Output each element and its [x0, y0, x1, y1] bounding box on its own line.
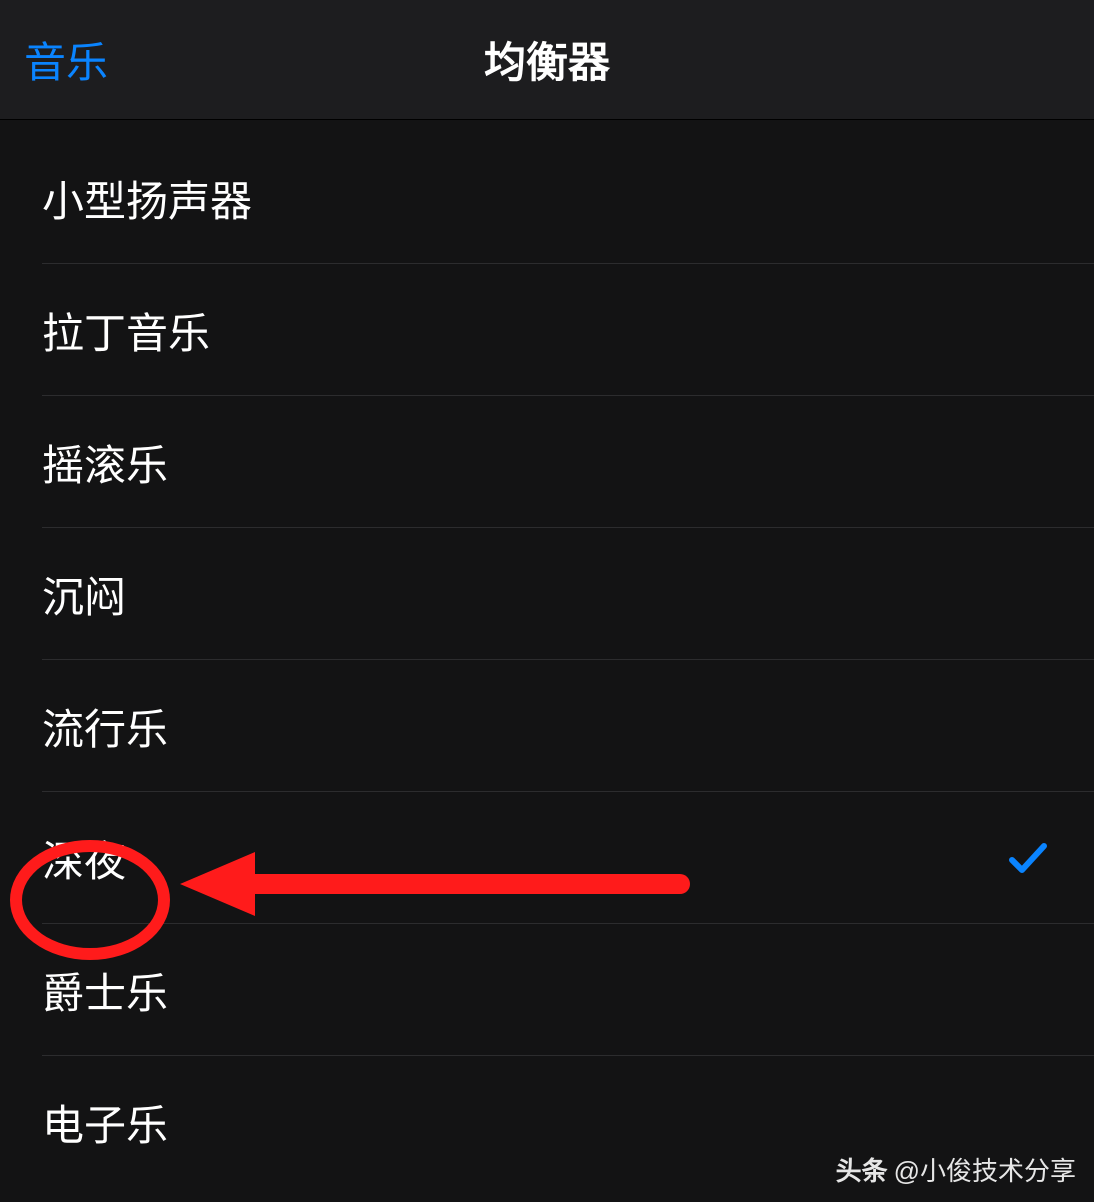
option-label: 爵士乐 [42, 960, 168, 1021]
back-button[interactable]: 音乐 [24, 29, 108, 90]
option-label: 沉闷 [42, 564, 126, 625]
option-label: 电子乐 [42, 1092, 168, 1153]
eq-option-pop[interactable]: 流行乐 [0, 660, 1094, 792]
eq-option-dull[interactable]: 沉闷 [0, 528, 1094, 660]
watermark-suffix: @小俊技术分享 [894, 1151, 1076, 1188]
option-label: 拉丁音乐 [42, 300, 210, 361]
watermark-prefix: 头条 [836, 1151, 888, 1188]
eq-option-list: 小型扬声器 拉丁音乐 摇滚乐 沉闷 流行乐 深夜 爵士乐 电子乐 [0, 120, 1094, 1188]
eq-option-small-speakers[interactable]: 小型扬声器 [0, 132, 1094, 264]
option-label: 小型扬声器 [42, 168, 252, 229]
option-label: 深夜 [42, 828, 126, 889]
checkmark-icon [1004, 834, 1052, 882]
watermark: 头条 @小俊技术分享 [836, 1151, 1076, 1188]
eq-option-jazz[interactable]: 爵士乐 [0, 924, 1094, 1056]
navigation-bar: 音乐 均衡器 [0, 0, 1094, 120]
eq-option-late-night[interactable]: 深夜 [0, 792, 1094, 924]
page-title: 均衡器 [0, 29, 1094, 90]
eq-option-rock[interactable]: 摇滚乐 [0, 396, 1094, 528]
eq-option-latin[interactable]: 拉丁音乐 [0, 264, 1094, 396]
option-label: 摇滚乐 [42, 432, 168, 493]
option-label: 流行乐 [42, 696, 168, 757]
